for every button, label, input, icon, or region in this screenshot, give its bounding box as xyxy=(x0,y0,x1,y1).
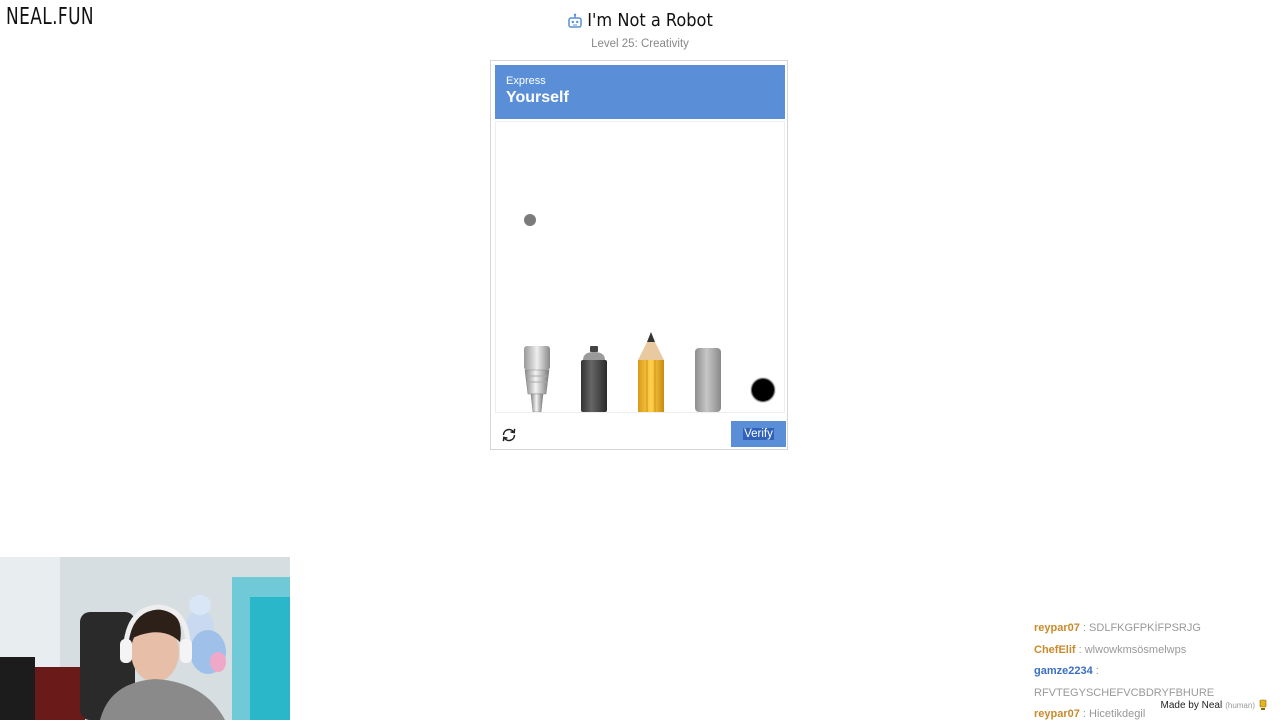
made-by-badge[interactable]: Made by Neal (human) xyxy=(1156,697,1272,713)
chat-username: ChefElif xyxy=(1034,643,1076,656)
brush-cursor xyxy=(524,214,536,226)
chat-separator: : xyxy=(1075,643,1085,656)
chat-username: reypar07 xyxy=(1034,708,1080,720)
paintbrush-icon[interactable] xyxy=(522,346,552,412)
chat-text: SDLFKGFPKİFPSRJG xyxy=(1089,622,1201,634)
drawing-canvas[interactable] xyxy=(495,121,785,413)
level-subtitle: Level 25: Creativity xyxy=(591,37,689,50)
spray-can-icon[interactable] xyxy=(579,346,609,412)
chat-message: reypar07 : SDLFKGFPKİFPSRJG xyxy=(1034,618,1280,640)
refresh-icon[interactable] xyxy=(500,426,518,444)
trophy-icon xyxy=(1259,699,1267,710)
chat-text: wlwowkmsösmelwps xyxy=(1084,643,1187,656)
chat-separator: : xyxy=(1092,665,1099,677)
title-text: I'm Not a Robot xyxy=(587,10,713,31)
verify-button[interactable]: Verify xyxy=(731,421,786,447)
made-by-text: Made by Neal xyxy=(1160,699,1223,711)
chat-username: reypar07 xyxy=(1034,622,1080,634)
verify-label: Verify xyxy=(743,428,774,440)
prompt-small-text: Express xyxy=(506,75,546,87)
chat-separator: : xyxy=(1079,622,1090,634)
captcha-prompt: Express Yourself xyxy=(495,65,785,119)
chat-message: ChefElif : wlwowkmsösmelwps xyxy=(1034,640,1280,662)
webcam-overlay xyxy=(0,557,290,720)
chat-text: Hicetikdegil xyxy=(1089,708,1146,720)
prompt-big-text: Yourself xyxy=(506,89,569,106)
color-picker-swatch[interactable] xyxy=(751,378,775,402)
webcam-image xyxy=(0,557,290,720)
chat-separator: : xyxy=(1079,708,1090,720)
robot-icon xyxy=(568,13,582,28)
pencil-icon[interactable] xyxy=(636,332,666,412)
eraser-icon[interactable] xyxy=(693,346,723,412)
chat-username: gamze2234 xyxy=(1034,665,1093,677)
captcha-box: Express Yourself Verify xyxy=(490,60,788,450)
page-header: I'm Not a Robot Level 25: Creativity xyxy=(0,10,1280,50)
page-title: I'm Not a Robot xyxy=(567,10,713,31)
human-tag: (human) xyxy=(1225,700,1255,710)
